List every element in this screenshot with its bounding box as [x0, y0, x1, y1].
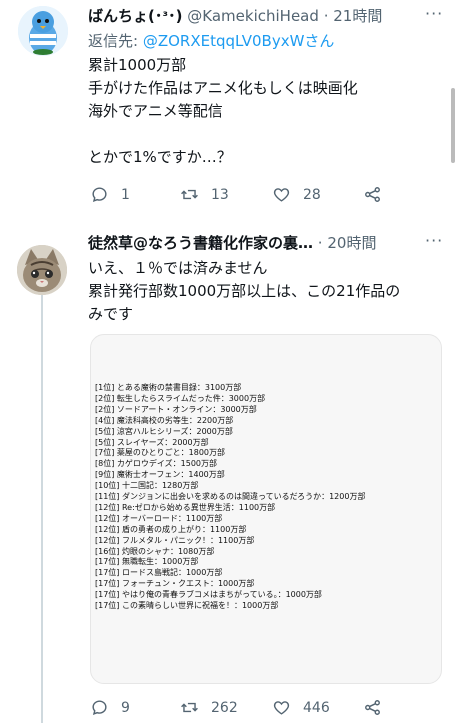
- reply-button[interactable]: 9: [90, 698, 130, 717]
- reply-prefix: 返信先:: [88, 32, 143, 50]
- ranking-row: [12位] 盾の勇者の成り上がり：1100万部: [95, 524, 247, 534]
- ranking-row: [17位] やはり俺の青春ラブコメはまちがっている。：1000万部: [95, 590, 322, 600]
- more-options-button[interactable]: ···: [425, 4, 443, 23]
- reply-count: 1: [121, 186, 130, 203]
- retweet-icon: [181, 702, 198, 713]
- reply-icon: [92, 700, 107, 715]
- ranking-row: [5位] スレイヤーズ：2000万部: [95, 437, 209, 447]
- ranking-list: [1位] とある魔術の禁書目録：3100万部 [2位] 転生したらスライムだった件…: [91, 383, 441, 613]
- display-name[interactable]: 徒然草@なろう書籍化作家の裏…: [88, 234, 313, 252]
- heart-icon: [273, 188, 290, 202]
- retweet-button[interactable]: 262: [180, 698, 238, 717]
- tweet-1-line: とかで1%ですか…？: [88, 148, 232, 166]
- ranking-row: [17位] ロードス島戦記：1000万部: [95, 568, 223, 578]
- attached-image[interactable]: [1位] とある魔術の禁書目録：3100万部 [2位] 転生したらスライムだった件…: [90, 334, 442, 684]
- tweet-1-header: ばんちょ(･ᶟ･) @KamekichiHead · 21時間: [88, 7, 383, 25]
- ranking-row: [7位] 薬屋のひとりごと：1800万部: [95, 448, 225, 458]
- ranking-row: [16位] 灼眼のシャナ：1080万部: [95, 546, 215, 556]
- ranking-row: [10位] 十二国記：1280万部: [95, 481, 199, 491]
- share-button[interactable]: [363, 698, 382, 717]
- retweet-icon: [181, 189, 198, 200]
- ranking-row: [17位] この素晴らしい世界に祝福を！：1000万部: [95, 601, 279, 610]
- heart-icon: [273, 701, 290, 715]
- like-button[interactable]: 446: [272, 698, 330, 717]
- ranking-row: [12位] Re:ゼロから始める異世界生活：1100万部: [95, 502, 276, 512]
- ranking-row: [9位] 魔術士オーフェン：1400万部: [95, 470, 225, 480]
- tweet-1-line: 累計1000万部: [88, 56, 187, 74]
- tweet-2-line: 累計発行部数1000万部以上は、この21作品の: [88, 282, 401, 300]
- ranking-row: [8位] カゲロウデイズ：1500万部: [95, 459, 217, 469]
- reply-suffix: さん: [304, 32, 335, 50]
- ranking-row: [1位] とある魔術の禁書目録：3100万部: [95, 383, 242, 392]
- avatar-kamekichi[interactable]: [18, 6, 68, 56]
- share-icon: [365, 700, 380, 715]
- cat-avatar-icon: [17, 245, 67, 295]
- ranking-row: [5位] 涼宮ハルヒシリーズ：2000万部: [95, 426, 233, 436]
- ranking-row: [12位] オーバーロード：1100万部: [95, 513, 223, 523]
- retweet-count: 13: [211, 186, 229, 203]
- ranking-row: [4位] 魔法科高校の劣等生：2200万部: [95, 415, 234, 425]
- tweet-1-line: 海外でアニメ等配信: [88, 102, 223, 120]
- tweet-1-line: 手がけた作品はアニメ化もしくは映画化: [88, 79, 358, 97]
- ranking-row: [2位] 転生したらスライムだった件：3000万部: [95, 393, 266, 403]
- like-count: 28: [303, 186, 321, 203]
- like-button[interactable]: 28: [272, 185, 321, 204]
- reply-handle-link[interactable]: @ZORXEtqqLV0ByxW: [143, 32, 305, 50]
- scrollbar[interactable]: [451, 88, 455, 163]
- retweet-button[interactable]: 13: [180, 185, 229, 204]
- penguin-avatar-icon: [18, 6, 68, 56]
- share-icon: [365, 187, 380, 202]
- reply-button[interactable]: 1: [90, 185, 130, 204]
- avatar-tsurezuregusa[interactable]: [17, 245, 67, 295]
- reply-count: 9: [121, 699, 130, 716]
- share-button[interactable]: [363, 185, 382, 204]
- reply-icon: [92, 187, 107, 202]
- tweet-2-line: みです: [88, 305, 134, 323]
- tweet-2-line: いえ、１％では済みません: [88, 259, 268, 277]
- ranking-row: [2位] ソードアート・オンライン：3000万部: [95, 404, 257, 414]
- ranking-row: [17位] 無職転生：1000万部: [95, 557, 199, 567]
- more-options-button[interactable]: ···: [425, 231, 443, 250]
- tweet-2-header: 徒然草@なろう書籍化作家の裏… · 20時間: [88, 234, 377, 252]
- timestamp[interactable]: 20時間: [327, 234, 376, 252]
- tweet-2[interactable]: 徒然草@なろう書籍化作家の裏… · 20時間 ··· いえ、１％では済みません …: [0, 225, 455, 723]
- like-count: 446: [303, 699, 330, 716]
- ranking-row: [17位] フォーチュン・クエスト：1000万部: [95, 579, 255, 589]
- ranking-row: [11位] ダンジョンに出会いを求めるのは間違っているだろうか：1200万部: [95, 492, 366, 501]
- reply-to-line: 返信先: @ZORXEtqqLV0ByxWさん: [88, 31, 334, 51]
- user-handle[interactable]: @KamekichiHead: [187, 7, 319, 25]
- tweet-1[interactable]: ばんちょ(･ᶟ･) @KamekichiHead · 21時間 ··· 返信先:…: [0, 0, 455, 225]
- display-name[interactable]: ばんちょ(･ᶟ･): [88, 7, 183, 25]
- timestamp[interactable]: 21時間: [333, 7, 382, 25]
- ranking-row: [12位] フルメタル・パニック！：1100万部: [95, 535, 255, 545]
- retweet-count: 262: [211, 699, 238, 716]
